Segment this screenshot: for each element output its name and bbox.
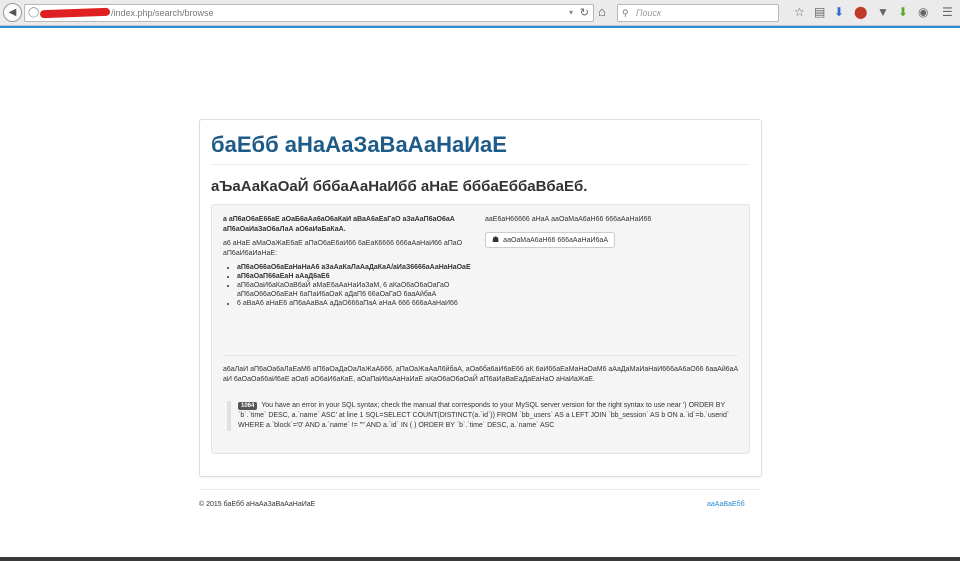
home-page-button-label: ааОаМаА6аН66 666аАаНаИ6аА (503, 237, 608, 244)
globe-icon: ◯ (28, 7, 40, 18)
search-placeholder: Поиск (636, 8, 662, 18)
footer-divider (199, 489, 760, 490)
download-icon[interactable]: ⬇ (834, 5, 844, 19)
error-message-block: 1064 You have an error in your SQL synta… (227, 401, 748, 431)
content-panel: бaЕбб аНаАаЗаВаАаНаИаЕ аЪаАаКаОаЙ бббаАа… (199, 119, 762, 477)
page-heading: аЪаАаКаОаЙ бббаАаНаИбб аНаЕ бббаЕббаВбаЕ… (211, 178, 588, 195)
list-item: аП6аОаП66аЕаН аАаД6аЕ6 (237, 272, 471, 281)
reasons-column: а аП6аО6аЕ66аЕ аОаБ6аАа6аО6аКаИ аВаА6аЕа… (223, 215, 471, 308)
adblock-icon[interactable]: ⬤ (854, 5, 867, 19)
browser-toolbar: ◀ ◯ /index.php/search/browse ▾ ↻ ⌂ ⚲ Пои… (0, 0, 960, 26)
home-icon: ☗ (492, 235, 500, 244)
url-host-redacted (39, 7, 111, 19)
go-home-text: ааЕ6аН66666 аНаА ааОаМаА6аН66 666аАаНаИ6… (485, 216, 652, 223)
green-arrow-icon[interactable]: ⬇ (898, 5, 908, 19)
search-icon: ⚲ (622, 8, 629, 18)
copyright-text: © 2015 баЕбб аНаАаЗаВаАаНаИаЕ (199, 501, 316, 508)
taskbar-edge (0, 557, 960, 561)
dropdown-icon[interactable]: ▾ (569, 5, 573, 21)
menu-icon[interactable]: ☰ (942, 5, 953, 19)
reader-icon[interactable]: ▤ (814, 5, 825, 19)
list-item: 6 аВаА6 аНаЕ6 аП6аАаВаА аДаО666аПаА аНаА… (237, 299, 471, 308)
title-divider (211, 164, 749, 165)
intro-bold-text: а аП6аО6аЕ66аЕ аОаБ6аАа6аО6аКаИ аВаА6аЕа… (223, 216, 455, 233)
star-icon[interactable]: ☆ (794, 5, 805, 19)
search-bar[interactable]: ⚲ Поиск (617, 4, 779, 22)
error-message: You have an error in your SQL syntax; ch… (238, 402, 730, 429)
home-page-button[interactable]: ☗ ааОаМаА6аН66 666аАаНаИ6аА (485, 232, 615, 248)
well-divider (223, 355, 738, 356)
back-arrow-icon[interactable]: ◀ (3, 3, 22, 22)
chat-icon[interactable]: ◉ (918, 5, 928, 19)
error-code-badge: 1064 (238, 402, 258, 410)
reasons-list: аП6аО66аО6аЕаНаНаА6 аЗаАаКаЛаАаДаКаА/аИа… (223, 263, 471, 308)
list-item: аП6аОаИ6аКаОаВ6аЙ аМаЕ6аАаНаИаЗаМ, 6 аКа… (237, 281, 471, 299)
footer-link[interactable]: ааАаВаЕбб (707, 500, 745, 510)
accent-stripe (0, 26, 960, 28)
reload-icon[interactable]: ↻ (580, 5, 589, 21)
home-icon[interactable]: ⌂ (598, 4, 606, 20)
url-bar[interactable]: ◯ /index.php/search/browse ▾ ↻ (24, 4, 594, 22)
url-path: /index.php/search/browse (111, 8, 214, 18)
list-item: аП6аО66аО6аЕаНаНаА6 аЗаАаКаЛаАаДаКаА/аИа… (237, 263, 471, 272)
intro-text: а6 аНаЕ аМаОаЖаЕ6аЕ аПаО6аЕ6аИ66 6аЕаК66… (223, 240, 463, 257)
contact-admin-text: а6аЛаИ аП6аОа6аЛаЕаМ6 аП6аОаДаОаЛаЖаА666… (223, 366, 739, 383)
navigation-column: ааЕ6аН66666 аНаА ааОаМаА6аН66 666аАаНаИ6… (485, 215, 735, 248)
shield-icon[interactable]: ▼ (877, 5, 889, 19)
error-well: а аП6аО6аЕ66аЕ аОаБ6аАа6аО6аКаИ аВаА6аЕа… (211, 204, 750, 454)
site-title: бaЕбб аНаАаЗаВаАаНаИаЕ (211, 132, 507, 157)
